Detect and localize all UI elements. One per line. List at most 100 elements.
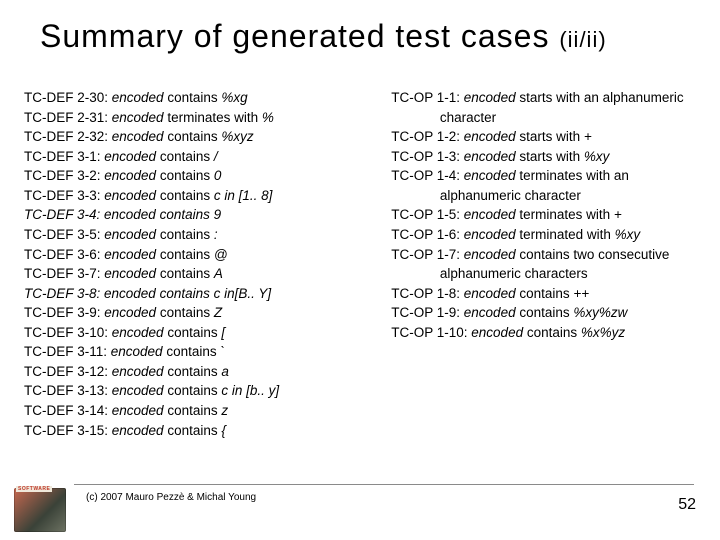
case-subject: encoded	[464, 149, 520, 164]
case-id: TC-OP 1-10:	[391, 325, 471, 340]
case-value: /	[214, 149, 218, 164]
case-value: z	[221, 403, 228, 418]
right-column: TC-OP 1-1: encoded starts with an alphan…	[391, 88, 696, 460]
case-predicate: contains	[160, 286, 214, 301]
case-id: TC-DEF 3-7:	[24, 266, 104, 281]
case-value: {	[221, 423, 226, 438]
case-id: TC-DEF 2-30:	[24, 90, 112, 105]
test-case-row: TC-OP 1-8: encoded contains ++	[391, 284, 696, 304]
copyright-text: (c) 2007 Mauro Pezzè & Michal Young	[86, 492, 256, 503]
case-subject: encoded	[112, 383, 168, 398]
case-id: TC-DEF 3-15:	[24, 423, 112, 438]
case-predicate: contains	[519, 286, 573, 301]
case-id: TC-OP 1-7:	[391, 247, 464, 262]
case-value: 9	[214, 207, 222, 222]
case-id: TC-DEF 3-14:	[24, 403, 112, 418]
test-case-row: TC-OP 1-10: encoded contains %x%yz	[391, 323, 696, 343]
case-predicate: starts with	[519, 149, 584, 164]
slide: Summary of generated test cases (ii/ii) …	[0, 0, 720, 540]
case-subject: encoded	[104, 168, 160, 183]
case-value: A	[214, 266, 223, 281]
case-id: TC-OP 1-6:	[391, 227, 464, 242]
case-predicate: contains	[167, 423, 221, 438]
test-case-row: TC-OP 1-5: encoded terminates with +	[391, 205, 696, 225]
test-case-row: TC-DEF 3-8: encoded contains c in[B.. Y]	[24, 284, 355, 304]
test-case-row: TC-DEF 2-32: encoded contains %xyz	[24, 127, 355, 147]
page-number: 52	[678, 496, 696, 514]
test-case-row: TC-DEF 3-9: encoded contains Z	[24, 303, 355, 323]
case-id: TC-DEF 3-13:	[24, 383, 112, 398]
case-subject: encoded	[112, 90, 168, 105]
case-id: TC-DEF 3-8:	[24, 286, 104, 301]
footer-divider	[74, 484, 694, 485]
case-predicate: contains	[160, 188, 214, 203]
case-subject: encoded	[112, 364, 168, 379]
case-subject: encoded	[464, 286, 520, 301]
test-case-row: TC-DEF 3-6: encoded contains @	[24, 245, 355, 265]
case-predicate: contains	[166, 344, 220, 359]
case-predicate: contains	[167, 325, 221, 340]
case-predicate: contains	[160, 227, 214, 242]
case-id: TC-OP 1-2:	[391, 129, 464, 144]
case-id: TC-OP 1-5:	[391, 207, 464, 222]
case-subject: encoded	[112, 129, 168, 144]
test-case-row: TC-OP 1-9: encoded contains %xy%zw	[391, 303, 696, 323]
case-predicate: contains	[167, 403, 221, 418]
case-id: TC-DEF 3-2:	[24, 168, 104, 183]
test-case-row: TC-OP 1-6: encoded terminated with %xy	[391, 225, 696, 245]
case-value: +	[584, 129, 592, 144]
slide-title: Summary of generated test cases (ii/ii)	[40, 18, 690, 55]
case-predicate: contains	[167, 383, 221, 398]
case-id: TC-DEF 3-6:	[24, 247, 104, 262]
left-column: TC-DEF 2-30: encoded contains %xg TC-DEF …	[24, 88, 355, 460]
case-subject: encoded	[104, 149, 160, 164]
case-id: TC-OP 1-1:	[391, 90, 464, 105]
case-subject: encoded	[464, 247, 520, 262]
case-subject: encoded	[464, 129, 520, 144]
case-subject: encoded	[104, 207, 160, 222]
test-case-row: TC-DEF 3-10: encoded contains [	[24, 323, 355, 343]
test-case-row: TC-OP 1-4: encoded terminates with an al…	[391, 166, 696, 205]
case-predicate: contains	[160, 207, 214, 222]
test-case-row: TC-DEF 3-2: encoded contains 0	[24, 166, 355, 186]
case-value: [	[221, 325, 225, 340]
case-predicate: contains	[167, 129, 221, 144]
case-value: 0	[214, 168, 222, 183]
case-value: `	[220, 344, 225, 359]
test-case-row: TC-DEF 3-13: encoded contains c in [b.. …	[24, 381, 355, 401]
case-value: Z	[214, 305, 222, 320]
case-value: %xg	[221, 90, 247, 105]
case-value: c in [1.. 8]	[214, 188, 273, 203]
case-value: %xyz	[221, 129, 253, 144]
case-id: TC-DEF 3-9:	[24, 305, 104, 320]
case-value: %xy	[584, 149, 610, 164]
case-predicate: contains	[527, 325, 581, 340]
test-case-row: TC-OP 1-1: encoded starts with an alphan…	[391, 88, 696, 127]
case-subject: encoded	[464, 90, 520, 105]
case-id: TC-DEF 3-12:	[24, 364, 112, 379]
case-predicate: contains	[160, 305, 214, 320]
case-predicate: contains	[160, 149, 214, 164]
case-predicate: contains	[519, 305, 573, 320]
case-id: TC-DEF 3-3:	[24, 188, 104, 203]
case-id: TC-DEF 3-5:	[24, 227, 104, 242]
case-value: :	[214, 227, 218, 242]
case-value: +	[614, 207, 622, 222]
case-predicate: contains	[167, 364, 221, 379]
case-value: ++	[573, 286, 589, 301]
case-predicate: contains	[167, 90, 221, 105]
case-value: %xy	[615, 227, 641, 242]
case-id: TC-OP 1-4:	[391, 168, 464, 183]
case-id: TC-DEF 2-31:	[24, 110, 112, 125]
title-main: Summary of generated test cases	[40, 18, 549, 54]
test-case-row: TC-DEF 3-5: encoded contains :	[24, 225, 355, 245]
footer: (c) 2007 Mauro Pezzè & Michal Young 52	[0, 494, 720, 526]
test-case-row: TC-DEF 3-7: encoded contains A	[24, 264, 355, 284]
test-case-row: TC-DEF 2-31: encoded terminates with %	[24, 108, 355, 128]
title-suffix: (ii/ii)	[559, 27, 606, 52]
case-subject: encoded	[464, 305, 520, 320]
case-subject: encoded	[112, 110, 168, 125]
case-subject: encoded	[111, 344, 167, 359]
test-case-row: TC-DEF 3-11: encoded contains `	[24, 342, 355, 362]
test-case-row: TC-OP 1-7: encoded contains two consecut…	[391, 245, 696, 284]
